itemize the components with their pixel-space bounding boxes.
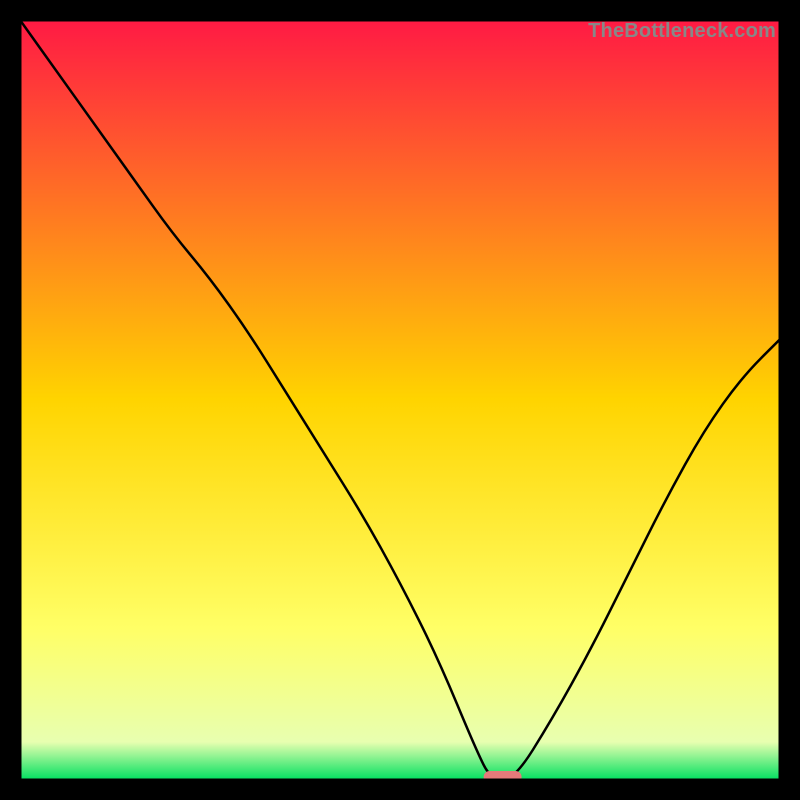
chart-frame: TheBottleneck.com (20, 20, 780, 780)
chart-plot (20, 20, 780, 780)
watermark-text: TheBottleneck.com (588, 20, 776, 43)
gradient-background (20, 20, 780, 780)
